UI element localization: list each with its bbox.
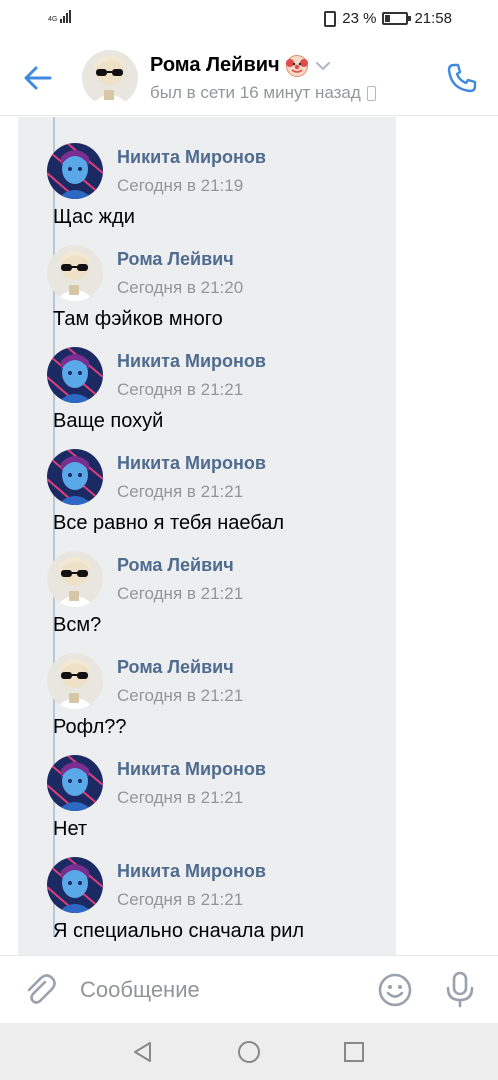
message-history[interactable]: Никита Миронов Сегодня в 21:19 Щас жди Рома… [0, 117, 498, 955]
sender-avatar[interactable] [47, 551, 103, 607]
contact-avatar-image [82, 50, 138, 106]
nav-recents-button[interactable] [339, 1037, 369, 1067]
nav-home-button[interactable] [234, 1037, 264, 1067]
message-item[interactable]: Рома Лейвич Сегодня в 21:21 Рофл?? [47, 653, 387, 755]
message-text: Там фэйков много [53, 308, 223, 330]
message-time: Сегодня в 21:21 [117, 584, 244, 603]
triangle-back-icon [134, 1042, 151, 1062]
battery-level-fill [385, 15, 391, 22]
circle-home-icon [238, 1041, 260, 1063]
message-time: Сегодня в 21:21 [117, 380, 244, 399]
network-indicator: 4G [48, 9, 71, 23]
sender-name[interactable]: Никита Миронов [117, 453, 266, 474]
sender-avatar[interactable] [47, 653, 103, 709]
message-time: Сегодня в 21:21 [117, 788, 244, 807]
message-item[interactable]: Никита Миронов Сегодня в 21:21 Нет [47, 755, 387, 857]
attach-button[interactable] [22, 972, 58, 1008]
system-navigation-bar [0, 1023, 498, 1080]
call-button[interactable] [444, 60, 480, 96]
phone-icon [447, 63, 477, 93]
message-time: Сегодня в 21:20 [117, 278, 244, 297]
clock: 21:58 [414, 10, 452, 27]
message-input[interactable] [80, 974, 360, 1006]
last-seen-text: был в сети 16 минут назад [150, 83, 361, 102]
message-text: Ваще похуй [53, 410, 164, 432]
message-text: Рофл?? [53, 716, 127, 738]
message-time: Сегодня в 21:21 [117, 482, 244, 501]
message-time: Сегодня в 21:21 [117, 686, 244, 705]
sender-name[interactable]: Никита Миронов [117, 147, 266, 168]
back-button[interactable] [20, 60, 56, 96]
message-item[interactable]: Никита Миронов Сегодня в 21:19 Щас жди [47, 143, 387, 245]
message-item[interactable]: Никита Миронов Сегодня в 21:21 Ваще похуй [47, 347, 387, 449]
signal-icon [60, 9, 71, 23]
message-text: Щас жди [53, 206, 135, 228]
mobile-device-icon [366, 85, 376, 101]
sticker-button[interactable] [377, 972, 413, 1008]
battery-icon [382, 12, 412, 25]
sender-name[interactable]: Рома Лейвич [117, 249, 234, 270]
square-recents-icon [344, 1042, 364, 1062]
sender-name[interactable]: Никита Миронов [117, 861, 266, 882]
sender-name[interactable]: Рома Лейвич [117, 657, 234, 678]
battery-percent: 23 % [342, 10, 377, 27]
contact-avatar[interactable] [82, 50, 138, 106]
message-item[interactable]: Рома Лейвич Сегодня в 21:21 Всм? [47, 551, 387, 653]
sender-name[interactable]: Рома Лейвич [117, 555, 234, 576]
message-item[interactable]: Рома Лейвич Сегодня в 21:20 Там фэйков мно… [47, 245, 387, 347]
message-text: Всм? [53, 614, 102, 636]
smile-icon [378, 973, 412, 1007]
network-type-label: 4G [48, 16, 58, 23]
composer-bar [0, 955, 498, 1023]
chat-header: Рома Лейвич был в сети 16 минут назад [0, 40, 498, 116]
sender-avatar[interactable] [47, 245, 103, 301]
clown-face-icon [285, 54, 308, 77]
sender-name[interactable]: Никита Миронов [117, 351, 266, 372]
sender-avatar[interactable] [47, 449, 103, 505]
chevron-down-icon[interactable] [314, 57, 332, 75]
message-text: Нет [53, 818, 88, 840]
last-seen-status: был в сети 16 минут назад [150, 83, 376, 103]
vibrate-icon [324, 10, 337, 27]
paperclip-icon [27, 974, 56, 1004]
sender-avatar[interactable] [47, 755, 103, 811]
nav-back-button[interactable] [128, 1037, 158, 1067]
sender-avatar[interactable] [47, 143, 103, 199]
voice-message-button[interactable] [442, 970, 478, 1008]
status-bar: 4G 23 % 21:58 [0, 0, 498, 40]
sender-name[interactable]: Никита Миронов [117, 759, 266, 780]
contact-name: Рома Лейвич [150, 54, 280, 76]
microphone-icon [446, 971, 474, 1008]
arrow-left-icon [24, 66, 52, 90]
message-text: Все равно я тебя наебал [53, 512, 285, 534]
message-time: Сегодня в 21:21 [117, 890, 244, 909]
message-item[interactable]: Никита Миронов Сегодня в 21:21 Я специальн… [47, 857, 387, 955]
sender-avatar[interactable] [47, 347, 103, 403]
message-text: Я специально сначала рил [53, 920, 305, 942]
message-time: Сегодня в 21:19 [117, 176, 244, 195]
message-item[interactable]: Никита Миронов Сегодня в 21:21 Все равно я… [47, 449, 387, 551]
sender-avatar[interactable] [47, 857, 103, 913]
